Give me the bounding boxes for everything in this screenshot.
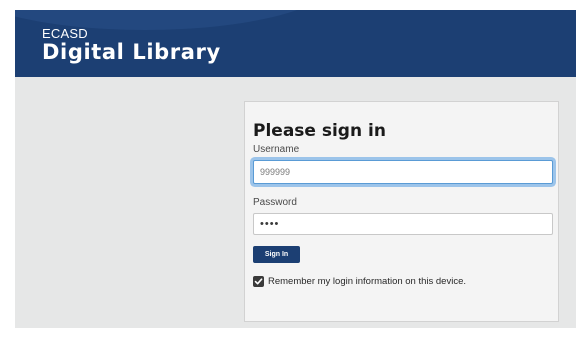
username-input[interactable]: 999999 — [253, 160, 553, 184]
remember-me[interactable]: Remember my login information on this de… — [253, 276, 466, 287]
checkbox-checked-icon[interactable] — [253, 276, 264, 287]
header-banner: ECASD Digital Library — [15, 10, 576, 77]
signin-panel: Please sign in Username 999999 Password … — [244, 101, 559, 322]
site-title: Digital Library — [42, 40, 221, 64]
password-label: Password — [253, 197, 297, 208]
sign-in-button[interactable]: Sign In — [253, 246, 300, 263]
password-input[interactable]: •••• — [253, 213, 553, 235]
remember-label: Remember my login information on this de… — [268, 276, 467, 287]
signin-heading: Please sign in — [253, 121, 386, 141]
username-label: Username — [253, 144, 300, 155]
page-frame: ECASD Digital Library Please sign in Use… — [15, 10, 576, 328]
org-name: ECASD — [42, 26, 88, 41]
